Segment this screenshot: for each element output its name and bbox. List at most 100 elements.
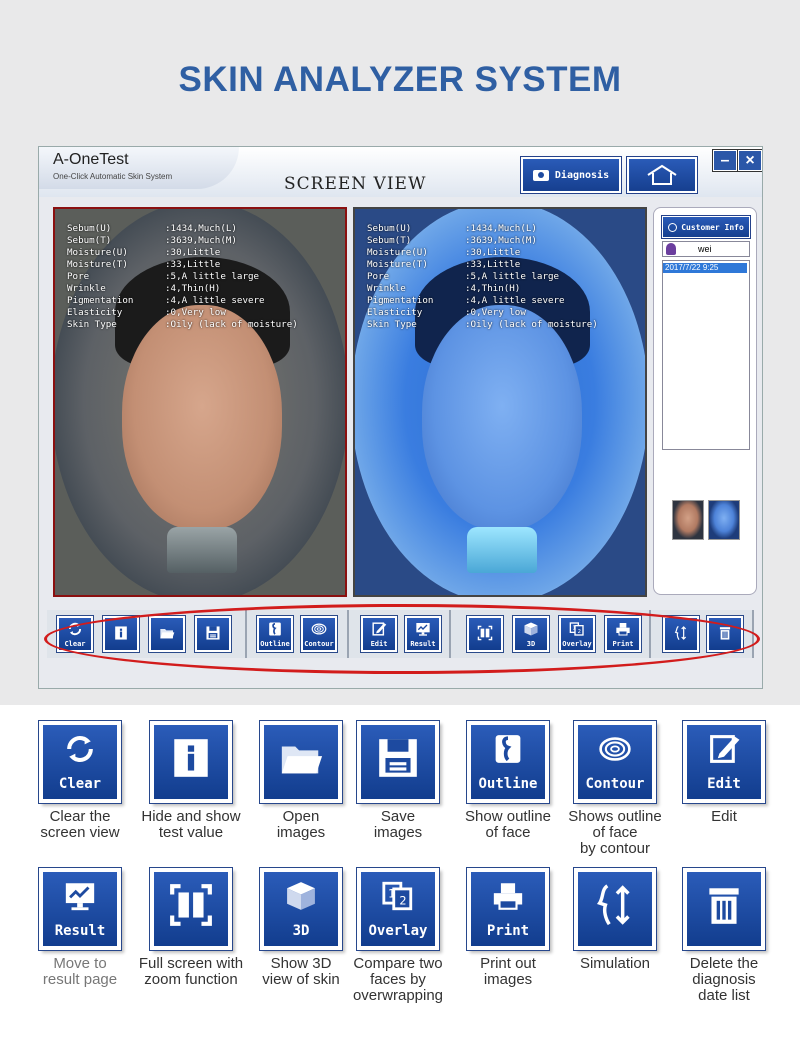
legend-caption-line: Hide and show xyxy=(141,808,241,825)
readout-value: :3639,Much(M) xyxy=(465,235,537,246)
overlay-button-large: 1 2 Overlay xyxy=(357,868,439,950)
readout-row: Pigmentation:4,A little severe xyxy=(67,295,298,307)
readout-value: :0,Very low xyxy=(465,307,526,318)
readout-row: Pore :5,A little large xyxy=(67,271,298,283)
printer-icon xyxy=(491,879,525,921)
simulation-button-large xyxy=(574,868,656,950)
view-title: SCREEN VIEW xyxy=(284,174,427,194)
camera-icon xyxy=(532,169,549,181)
legend-caption-line: Show 3D xyxy=(270,955,332,972)
legend-caption-line: zoom function xyxy=(144,971,238,988)
face xyxy=(422,305,582,530)
readout-key: Sebum(T) xyxy=(367,235,412,246)
legend-caption-line: Simulation xyxy=(579,955,651,972)
readout-value: :30,Little xyxy=(165,247,221,258)
date-list-item[interactable]: 2017/7/22 9:25 xyxy=(663,263,747,273)
legend-button-label: Result xyxy=(54,923,106,939)
face-outline-icon xyxy=(491,732,525,774)
readout-value: :33,Little xyxy=(465,259,521,270)
chin-rest xyxy=(167,527,237,573)
contour-button-large: Contour xyxy=(574,721,656,803)
legend-item: Print Print out images xyxy=(452,868,564,988)
legend-caption: Open images xyxy=(245,809,357,841)
legend-caption-line: Clear the xyxy=(49,808,111,825)
readout-value: :5,A little large xyxy=(165,271,260,282)
readout-row: Sebum(U):1434,Much(L) xyxy=(67,223,298,235)
readout-row: Skin Type:Oily (lack of moisture) xyxy=(367,319,598,331)
fullscreen-icon xyxy=(168,882,214,936)
thumbnail-uv[interactable] xyxy=(708,500,740,540)
face xyxy=(122,305,282,530)
readout-key: Wrinkle xyxy=(367,283,406,294)
legend-caption: Delete the diagnosis date list xyxy=(668,956,780,1004)
legend-caption-line: Shows outline xyxy=(568,808,662,825)
readout-row: Moisture(U):30,Little xyxy=(67,247,298,259)
face-outline-button-large: Outline xyxy=(467,721,549,803)
svg-text:1: 1 xyxy=(388,886,395,900)
legend-button-label: Clear xyxy=(58,776,102,792)
edit-button-large: Edit xyxy=(683,721,765,803)
legend-item: 1 2 Overlay Compare two faces by overwrapping xyxy=(342,868,454,1004)
diagnosis-button[interactable]: Diagnosis xyxy=(520,156,622,194)
overlay-icon: 12 xyxy=(381,879,415,921)
thumbnail-normal[interactable] xyxy=(672,500,704,540)
diagnosis-date-list: 2017/7/22 9:25 xyxy=(662,260,750,450)
readout-row: Elasticity:0,Very low xyxy=(67,307,298,319)
customer-name-row: wei xyxy=(662,241,750,257)
legend-caption-line: images xyxy=(483,971,533,988)
legend-item: Hide and show test value xyxy=(135,721,247,841)
readout-key: Pigmentation xyxy=(367,295,434,306)
close-button[interactable]: × xyxy=(737,149,762,172)
left-face-image[interactable]: Sebum(U):1434,Much(L) Sebum(T):3639,Much(… xyxy=(53,207,347,597)
legend-button-label: Overlay xyxy=(368,923,428,939)
edit-icon xyxy=(707,732,741,774)
cube-icon xyxy=(284,879,318,921)
app-name: A-OneTest xyxy=(53,151,129,168)
legend-caption-line: result page xyxy=(42,971,118,988)
legend-caption: Show 3D view of skin xyxy=(245,956,357,988)
readout-row: Sebum(U):1434,Much(L) xyxy=(367,223,598,235)
legend-caption: Clear the screen view xyxy=(24,809,136,841)
contour-icon xyxy=(598,732,632,774)
readout-value: :5,A little large xyxy=(465,271,560,282)
customer-info-button[interactable]: Customer Info xyxy=(661,215,751,239)
readout-value: :0,Very low xyxy=(165,307,226,318)
readout-value: :4,A little severe xyxy=(465,295,565,306)
readout-row: Pigmentation :4,A little severe xyxy=(367,295,598,307)
legend-caption-line: of face xyxy=(592,824,638,841)
home-icon xyxy=(647,164,677,185)
legend-caption: Move to result page xyxy=(24,956,136,988)
readout-value: :30,Little xyxy=(465,247,521,258)
right-face-image[interactable]: Sebum(U):1434,Much(L) Sebum(T) :3639,Much(… xyxy=(353,207,647,597)
legend-item: Outline Show outline of face xyxy=(452,721,564,841)
readout-row: Moisture(T):33,Little xyxy=(367,259,598,271)
fullscreen-button-large xyxy=(150,868,232,950)
legend-caption: Full screen with zoom function xyxy=(135,956,247,988)
readout-value: :Oily (lack of moisture) xyxy=(465,319,598,330)
readout-key: Skin Type xyxy=(67,319,117,330)
minimize-button[interactable]: – xyxy=(712,149,738,172)
diagnosis-label: Diagnosis xyxy=(554,169,610,181)
home-button[interactable] xyxy=(626,156,698,194)
app-subtitle: One-Click Automatic Skin System xyxy=(53,172,173,181)
folder-icon xyxy=(278,735,324,789)
info-icon xyxy=(168,735,214,789)
save-icon xyxy=(375,735,421,789)
legend-caption-line: faces by xyxy=(370,971,426,988)
legend-caption-line: Full screen with xyxy=(138,955,244,972)
legend-caption: Shows outline of face by contour xyxy=(559,809,671,857)
save-button-large xyxy=(357,721,439,803)
person-icon xyxy=(666,243,676,255)
readout-key: Pore xyxy=(67,271,90,282)
legend-caption-line: overwrapping xyxy=(352,987,444,1004)
printer-button-large: Print xyxy=(467,868,549,950)
legend-caption-line: images xyxy=(373,824,423,841)
legend-caption-line: by contour xyxy=(579,840,651,857)
legend-item: Result Move to result page xyxy=(24,868,136,988)
legend-caption: Show outline of face xyxy=(452,809,564,841)
legend-caption: Compare two faces by overwrapping xyxy=(342,956,454,1004)
readout-value: :33,Little xyxy=(165,259,221,270)
readout-value: :3639,Much(M) xyxy=(165,235,237,246)
readout-value: :4,Thin(H) xyxy=(465,283,521,294)
legend-caption-line: Save xyxy=(380,808,416,825)
